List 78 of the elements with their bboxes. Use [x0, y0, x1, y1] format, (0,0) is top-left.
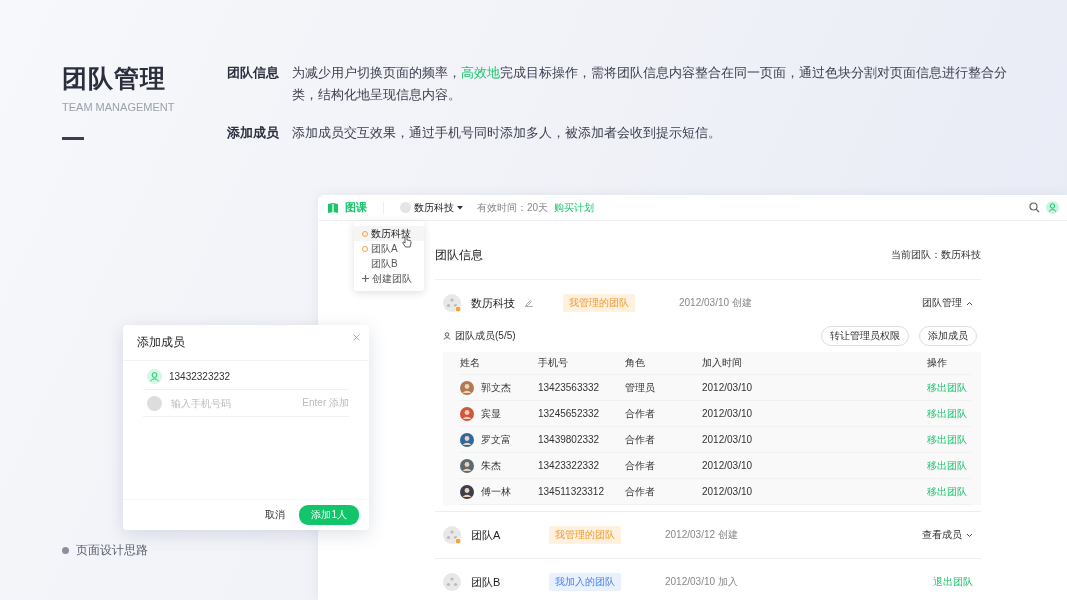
note-label: 团队信息 — [227, 64, 279, 82]
team-menu-item[interactable]: 数历科技 — [354, 226, 424, 241]
footer-text: 页面设计思路 — [76, 542, 148, 559]
phone-input[interactable]: 输入手机号码 — [169, 396, 296, 410]
phone-cell-text: 13245652332 — [538, 408, 601, 419]
avatar-icon — [460, 484, 474, 499]
date-cell-text: 2012/03/10 — [702, 408, 754, 419]
note-text: 添加成员交互效果，通过手机号同时添加多人，被添加者会收到提示短信。 — [292, 124, 721, 142]
team-menu-item[interactable]: 团队B — [354, 256, 424, 271]
avatar-icon — [460, 458, 474, 473]
team-toggle[interactable]: 查看成员 — [922, 528, 973, 542]
column-header: 加入时间 — [702, 356, 743, 370]
close-icon[interactable] — [353, 334, 360, 341]
avatar-icon — [460, 432, 474, 447]
column-header: 手机号 — [538, 356, 569, 370]
members-icon — [443, 332, 451, 340]
member-name: 郭文杰 — [481, 380, 511, 395]
team-tag: 我加入的团队 — [549, 573, 621, 591]
date-cell-text: 2012/03/10 — [702, 434, 754, 445]
team-tag: 我管理的团队 — [563, 294, 635, 312]
current-team-text: 当前团队：数历科技 — [891, 248, 981, 262]
bullet-icon — [62, 547, 69, 554]
member-name: 宾显 — [481, 406, 501, 421]
app-logo: 图课 — [345, 200, 367, 215]
enter-hint: Enter 添加 — [302, 396, 349, 410]
book-icon — [327, 201, 339, 214]
column-header: 姓名 — [460, 356, 481, 370]
search-icon[interactable] — [1029, 202, 1040, 213]
user-icon — [147, 368, 162, 384]
slide-subtitle: TEAM MANAGEMENT — [62, 101, 175, 113]
note-label: 添加成员 — [227, 124, 279, 142]
member-name: 罗文富 — [481, 432, 511, 447]
outline-button[interactable]: 转让管理员权限 — [821, 326, 909, 346]
team-name: 团队A — [471, 527, 502, 543]
role-cell-text: 合作者 — [625, 432, 656, 447]
date-cell-text: 2012/03/10 — [702, 382, 754, 393]
role-cell-text: 合作者 — [625, 484, 656, 499]
outline-button[interactable]: 添加成员 — [919, 326, 977, 346]
dialog-title: 添加成员 — [137, 334, 185, 351]
create-team-item[interactable]: 创建团队 — [354, 271, 424, 286]
team-tag: 我管理的团队 — [549, 526, 621, 544]
slide-title: 团队管理 — [62, 63, 167, 94]
column-header: 操作 — [927, 356, 948, 370]
team-name: 数历科技 — [471, 295, 516, 311]
caret-icon — [457, 205, 463, 210]
placeholder-avatar-icon — [147, 395, 162, 411]
role-cell-text: 合作者 — [625, 406, 656, 421]
role-cell-text: 合作者 — [625, 458, 656, 473]
members-count: 团队成员(5/5) — [455, 329, 516, 343]
team-date: 2012/03/10 创建 — [679, 296, 752, 310]
phone-cell-text: 13439802332 — [538, 434, 601, 445]
team-toggle[interactable]: 团队管理 — [922, 296, 973, 310]
edit-icon[interactable] — [525, 299, 533, 307]
phone-cell-text: 134511323312 — [538, 486, 605, 497]
team-date: 2012/03/10 加入 — [665, 575, 738, 589]
team-switcher[interactable]: 数历科技 — [400, 200, 463, 215]
date-cell-text: 2012/03/10 — [702, 486, 754, 497]
page-title: 团队信息 — [435, 246, 483, 264]
added-phone: 13432323232 — [169, 370, 231, 382]
avatar-icon — [460, 406, 474, 421]
column-header: 角色 — [625, 356, 646, 370]
user-avatar-icon[interactable] — [1046, 201, 1059, 214]
phone-cell-text: 13423563332 — [538, 382, 601, 393]
role-cell-text: 管理员 — [625, 380, 656, 395]
note-text: 为减少用户切换页面的频率，高效地完成目标操作，需将团队信息内容整合在同一页面，通过色块分割对页面信息进行整合分类，结构化地呈现信息内容。 — [292, 64, 1008, 104]
cancel-button[interactable]: 取消 — [259, 507, 292, 523]
validity-text: 有效时间：20天 — [477, 200, 549, 215]
plus-icon — [362, 275, 369, 282]
phone-cell-text: 13423322332 — [538, 460, 601, 471]
date-cell-text: 2012/03/10 — [702, 460, 754, 471]
team-date: 2012/03/12 创建 — [665, 528, 738, 542]
member-name: 傅一林 — [481, 484, 511, 499]
chevron-down-icon — [966, 532, 973, 538]
team-name: 团队B — [471, 574, 502, 590]
chevron-up-icon — [966, 300, 973, 306]
member-name: 朱杰 — [481, 458, 501, 473]
avatar-icon — [460, 380, 474, 395]
team-menu-item[interactable]: 团队A — [354, 241, 424, 256]
